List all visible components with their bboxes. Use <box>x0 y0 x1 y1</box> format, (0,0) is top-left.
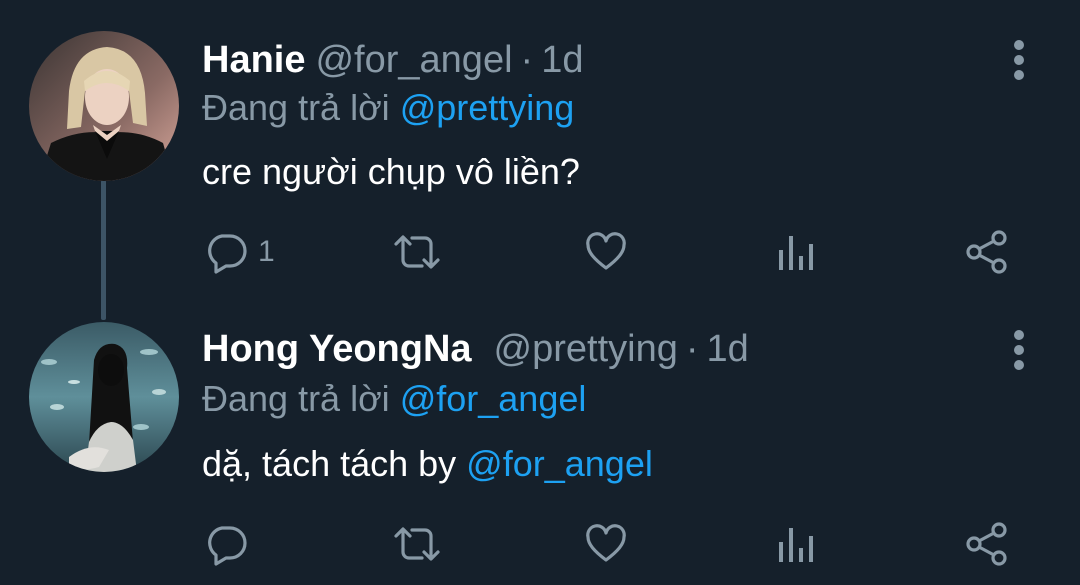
share-icon <box>966 522 1007 566</box>
timestamp[interactable]: 1d <box>541 39 583 81</box>
retweet-button[interactable] <box>392 228 442 276</box>
timestamp[interactable]: 1d <box>707 328 749 370</box>
avatar[interactable] <box>29 31 179 181</box>
reply-icon <box>208 526 247 566</box>
analytics-icon <box>779 236 813 270</box>
like-icon <box>586 524 626 562</box>
share-icon <box>966 230 1007 274</box>
replying-to: Đang trả lời @for_angel <box>202 375 586 423</box>
replying-to-mention[interactable]: @prettying <box>400 87 575 128</box>
tweet[interactable]: Hong YeongNa @prettying · 1d Đang trả lời @… <box>0 292 1080 585</box>
retweet-icon <box>394 527 440 561</box>
like-icon <box>586 232 626 270</box>
replying-to: Đang trả lời @prettying <box>202 84 574 132</box>
separator-dot: · <box>685 328 699 370</box>
more-options-icon[interactable] <box>1008 40 1030 80</box>
more-options-icon[interactable] <box>1008 330 1030 370</box>
retweet-icon <box>394 235 440 269</box>
separator-dot: · <box>520 39 534 81</box>
retweet-button[interactable] <box>392 520 442 568</box>
tweet-actions <box>0 520 1080 568</box>
reply-count: 1 <box>258 235 275 268</box>
avatar[interactable] <box>29 322 179 472</box>
tweet-header: Hong YeongNa @prettying · 1d <box>202 325 749 373</box>
replying-prefix: Đang trả lời <box>202 87 390 128</box>
share-button[interactable] <box>964 228 1010 276</box>
like-button[interactable] <box>584 228 628 276</box>
tweet-actions: 1 <box>0 228 1080 276</box>
display-name[interactable]: Hong YeongNa <box>202 328 472 370</box>
tweet[interactable]: Hanie @for_angel · 1d Đang trả lời @prettyi… <box>0 0 1080 292</box>
reply-button[interactable]: 1 <box>204 228 275 276</box>
tweet-header: Hanie @for_angel · 1d <box>202 36 583 84</box>
reply-button[interactable] <box>204 520 258 568</box>
tweet-text-mention[interactable]: @for_angel <box>466 443 653 484</box>
user-handle[interactable]: @prettying <box>494 328 678 370</box>
replying-to-mention[interactable]: @for_angel <box>400 378 587 419</box>
reply-icon <box>208 234 247 274</box>
analytics-button[interactable] <box>776 520 816 568</box>
tweet-text: cre người chụp vô liền? <box>202 151 580 192</box>
like-button[interactable] <box>584 520 628 568</box>
tweet-text-plain: dặ, tách tách by <box>202 443 467 484</box>
tweet-text: dặ, tách tách by @for_angel <box>202 440 653 488</box>
display-name[interactable]: Hanie <box>202 39 305 81</box>
user-handle[interactable]: @for_angel <box>315 39 512 81</box>
analytics-icon <box>779 528 813 562</box>
analytics-button[interactable] <box>776 228 816 276</box>
share-button[interactable] <box>964 520 1010 568</box>
replying-prefix: Đang trả lời <box>202 378 390 419</box>
